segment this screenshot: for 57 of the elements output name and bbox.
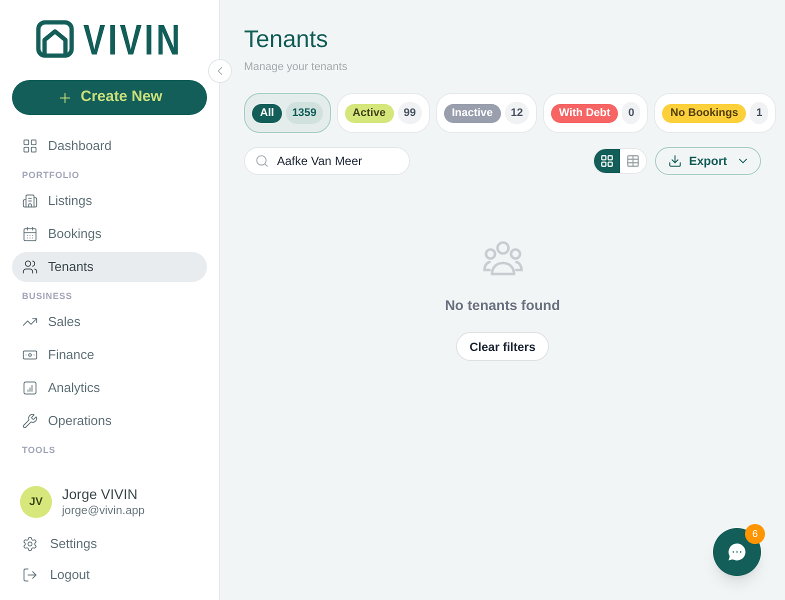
page-title: Tenants (244, 26, 328, 54)
status-badge: All (252, 104, 282, 122)
nav-item[interactable]: Dashboard (12, 131, 207, 161)
nav-item[interactable]: Operations (12, 406, 207, 436)
bar-chart-icon (22, 380, 38, 396)
filter-tab[interactable]: All 1359 (244, 93, 331, 133)
notification-badge: 6 (745, 524, 765, 544)
search-field[interactable]: Aafke Van Meer (244, 147, 410, 175)
nav-item[interactable]: Listings (12, 186, 207, 216)
grid-icon (22, 138, 38, 154)
logo-text: VIVIN (83, 18, 183, 60)
table-icon (626, 154, 640, 168)
sidebar-footer-item[interactable]: Logout (12, 560, 207, 590)
empty-state-message: No tenants found (444, 297, 560, 313)
page-subtitle: Manage your tenants (244, 60, 348, 74)
section-heading: PORTFOLIO (21, 169, 80, 181)
status-badge: With Debt (551, 104, 618, 122)
calendar-icon (22, 226, 38, 242)
nav-item[interactable]: Analytics (12, 373, 207, 403)
nav-item[interactable]: Sales (12, 307, 207, 337)
filter-tab[interactable]: Inactive 12 (436, 93, 538, 133)
count-pill: 99 (398, 102, 422, 124)
view-mode-button[interactable] (594, 149, 620, 173)
export-button[interactable]: Export (654, 147, 761, 175)
status-badge: No Bookings (662, 104, 746, 122)
status-badge: Inactive (444, 104, 501, 122)
count-pill: 0 (622, 102, 640, 124)
filter-tab[interactable]: Active 99 (336, 93, 430, 133)
search-icon (255, 154, 269, 168)
filter-tab[interactable]: No Bookings 1 (654, 93, 776, 133)
count-pill: 1359 (286, 102, 323, 124)
nav-item[interactable]: Bookings (12, 219, 207, 249)
count-pill: 1 (750, 102, 768, 124)
user-avatar: JV (20, 486, 52, 518)
logout-icon (22, 567, 38, 583)
status-badge: Active (344, 104, 394, 122)
section-heading: BUSINESS (21, 290, 72, 302)
download-icon (668, 154, 682, 168)
house-logo-icon (36, 20, 74, 58)
building-icon (22, 193, 38, 209)
count-pill: 12 (504, 102, 530, 124)
users-icon (22, 259, 38, 275)
chat-bubble-icon (726, 541, 748, 563)
wrench-icon (22, 413, 38, 429)
clear-filters-button[interactable]: Clear filters (456, 332, 549, 361)
nav-item[interactable]: Tenants (12, 252, 207, 282)
chat-button[interactable] (713, 528, 761, 576)
grid-icon (600, 154, 614, 168)
section-heading: TOOLS (21, 444, 56, 456)
sidebar-footer-item[interactable]: Settings (12, 529, 207, 559)
settings-icon (22, 536, 38, 552)
people-group-icon (482, 241, 522, 277)
create-new-button[interactable]: Create New (12, 80, 207, 115)
nav-item[interactable]: Finance (12, 340, 207, 370)
user-email: jorge@vivin.app (62, 504, 145, 518)
user-name: Jorge VIVIN (62, 486, 138, 502)
filter-tab[interactable]: With Debt 0 (543, 93, 648, 133)
